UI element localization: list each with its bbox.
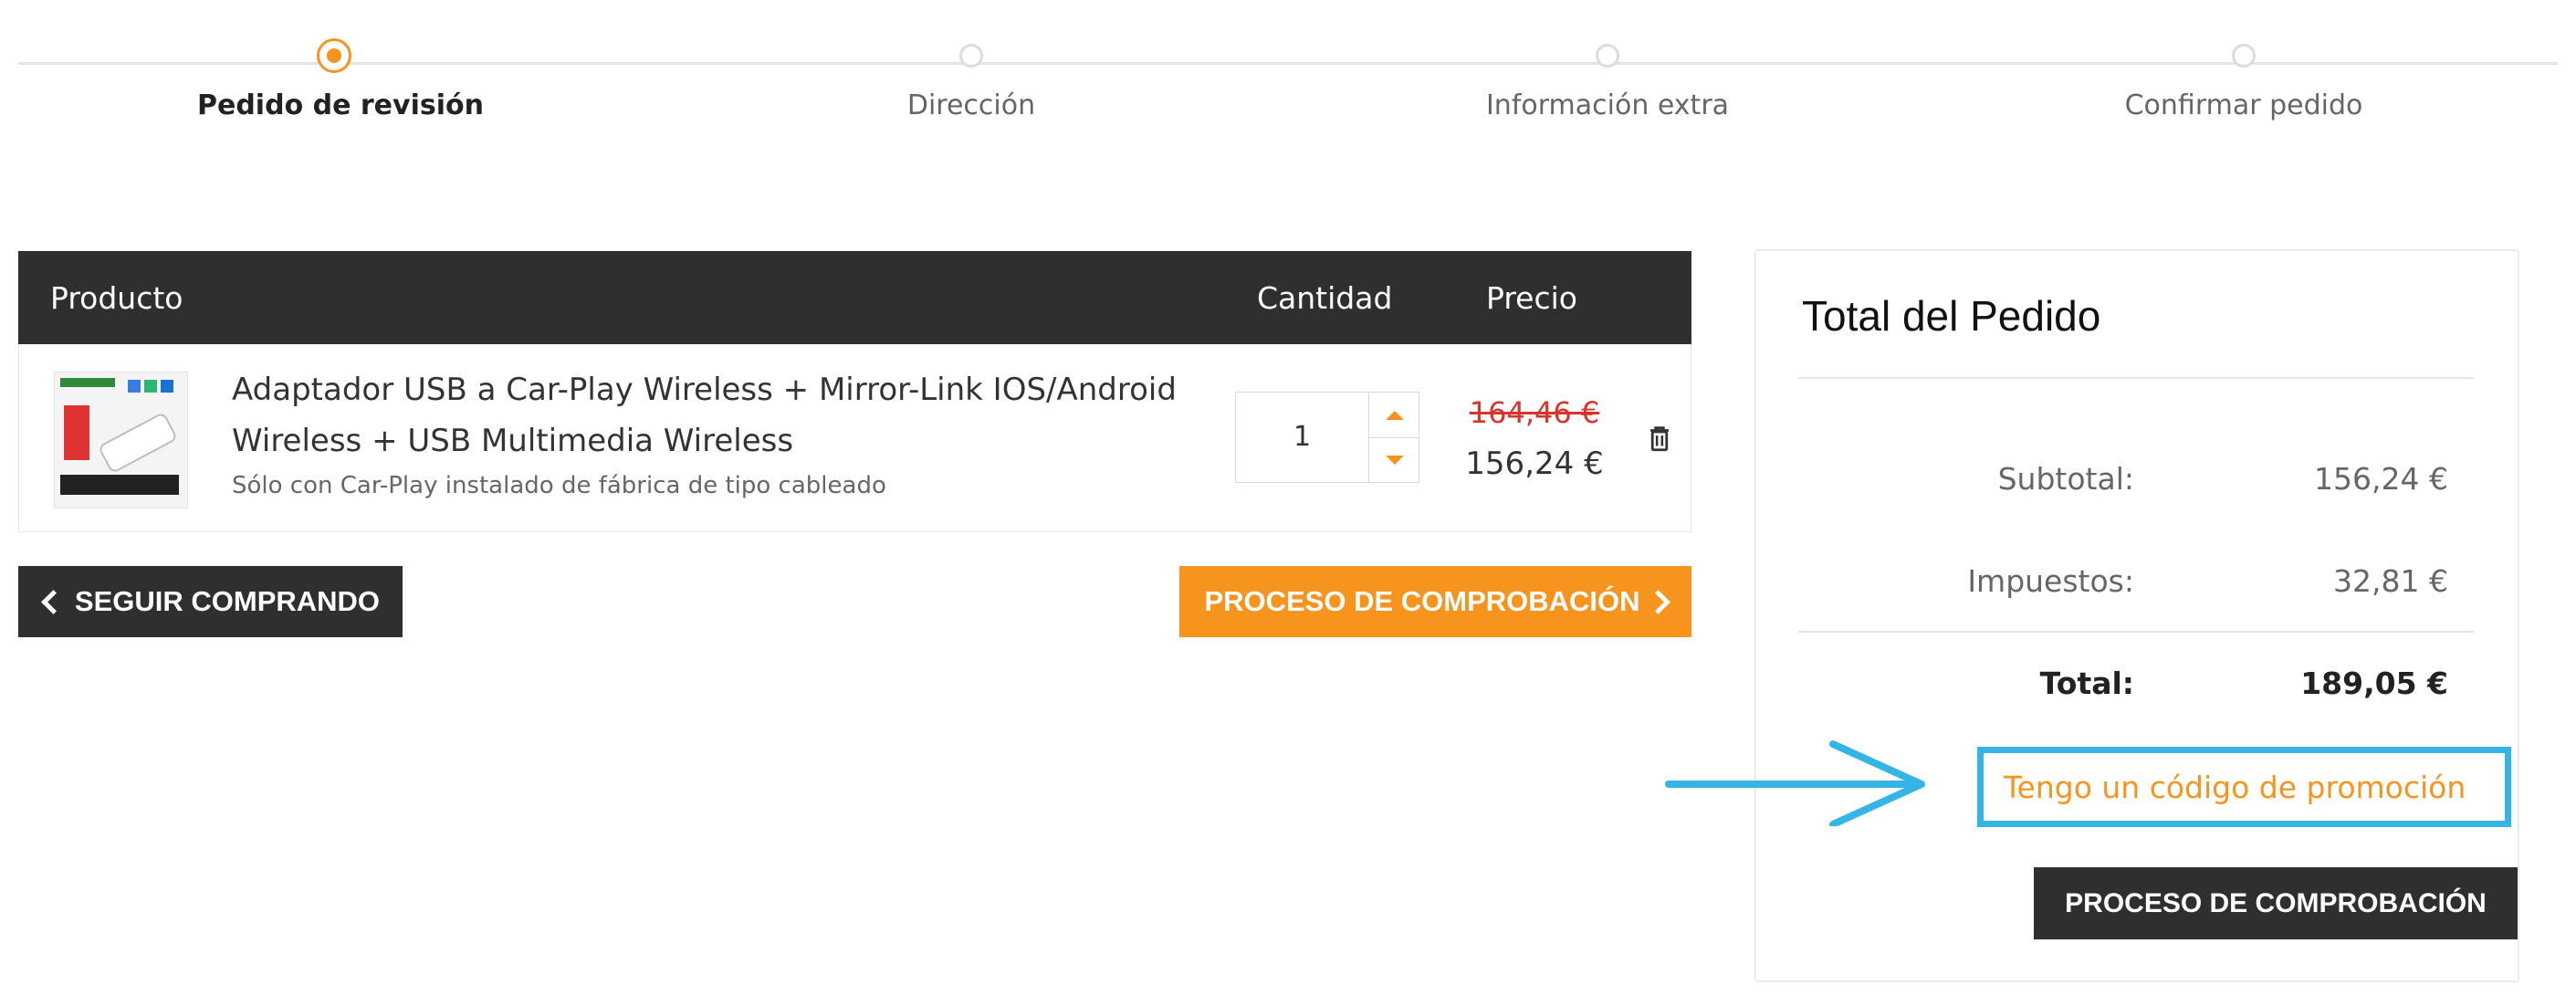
product-thumbnail[interactable] <box>54 372 188 508</box>
caret-up-icon <box>1385 410 1404 420</box>
promo-code-label: Tengo un código de promoción <box>2004 769 2466 805</box>
trash-icon[interactable] <box>1644 423 1675 454</box>
total-value: 189,05 € <box>2300 666 2448 701</box>
column-header-price: Precio <box>1486 280 1577 316</box>
thumb-badge <box>144 380 157 393</box>
promo-code-link[interactable]: Tengo un código de promoción <box>1977 747 2511 827</box>
summary-divider <box>1798 631 2474 633</box>
quantity-increment-button[interactable] <box>1368 393 1419 438</box>
step-label: Información extra <box>1485 89 1730 121</box>
column-header-product: Producto <box>50 280 183 316</box>
thumb-device <box>97 411 179 475</box>
button-label: SEGUIR COMPRANDO <box>74 585 381 617</box>
step-dot <box>1596 44 1619 68</box>
callout-arrow-icon <box>1665 740 1925 826</box>
button-label: PROCESO DE COMPROBACIÓN <box>2065 887 2487 918</box>
current-price: 156,24 € <box>1465 446 1604 482</box>
thumb-badge <box>161 380 173 393</box>
continue-shopping-button[interactable]: SEGUIR COMPRANDO <box>18 566 403 637</box>
checkout-button[interactable]: PROCESO DE COMPROBACIÓN <box>1179 566 1691 637</box>
step-review-order: Pedido de revisión <box>197 38 484 121</box>
thumb-caption-bar <box>60 475 179 495</box>
step-dot <box>959 44 983 68</box>
product-note: Sólo con Car-Play instalado de fábrica d… <box>232 472 886 499</box>
step-label: Pedido de revisión <box>197 89 484 121</box>
step-confirm-order: Confirmar pedido <box>2107 44 2381 121</box>
tax-label: Impuestos: <box>1967 563 2134 599</box>
thumb-badge <box>128 380 141 393</box>
summary-checkout-button[interactable]: PROCESO DE COMPROBACIÓN <box>2034 867 2518 939</box>
step-extra-info: Información extra <box>1471 44 1744 121</box>
quantity-stepper: 1 <box>1235 392 1419 483</box>
thumb-box <box>64 405 89 460</box>
quantity-input[interactable]: 1 <box>1236 393 1368 482</box>
step-active-dot <box>317 38 351 73</box>
chevron-left-icon <box>40 589 66 614</box>
subtotal-label: Subtotal: <box>1997 461 2134 497</box>
column-header-quantity: Cantidad <box>1257 280 1393 316</box>
caret-down-icon <box>1385 455 1404 465</box>
original-price: 164,46 € <box>1469 395 1600 430</box>
total-label: Total: <box>2039 666 2134 701</box>
cart-table-header: Producto Cantidad Precio <box>18 251 1691 344</box>
quantity-decrement-button[interactable] <box>1368 437 1419 482</box>
cart-item-row: Adaptador USB a Car-Play Wireless + Mirr… <box>18 344 1691 532</box>
thumb-banner <box>60 378 115 387</box>
step-label: Dirección <box>906 89 1036 121</box>
subtotal-value: 156,24 € <box>2314 461 2448 497</box>
summary-title: Total del Pedido <box>1802 292 2101 340</box>
step-label: Confirmar pedido <box>2124 89 2363 121</box>
step-address: Dirección <box>834 44 1108 121</box>
button-label: PROCESO DE COMPROBACIÓN <box>1204 585 1640 617</box>
chevron-right-icon <box>1645 589 1670 614</box>
step-dot <box>2232 44 2256 68</box>
summary-divider <box>1798 377 2474 379</box>
tax-value: 32,81 € <box>2333 563 2448 599</box>
product-name[interactable]: Adaptador USB a Car-Play Wireless + Mirr… <box>232 364 1190 467</box>
